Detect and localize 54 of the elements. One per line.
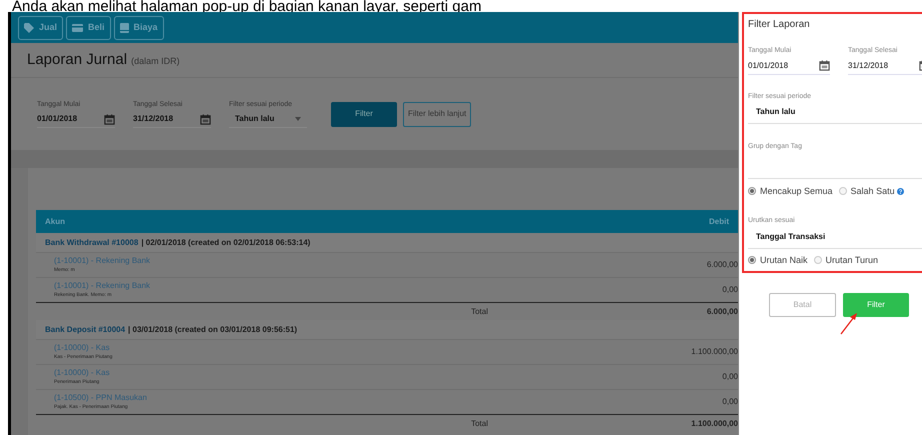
radio-button[interactable]	[838, 187, 847, 196]
calendar-icon[interactable]	[104, 114, 115, 125]
radio-button[interactable]	[748, 187, 756, 196]
period-dropdown[interactable]: Tahun lalu	[229, 113, 307, 126]
account-link[interactable]: (1-10001) - Rekening Bank	[54, 256, 150, 266]
radio-label: Salah Satu	[850, 184, 895, 198]
report-subtitle: (dalam IDR)	[131, 54, 180, 68]
advanced-filter-button[interactable]: Filter lebih lanjut	[403, 102, 472, 126]
panel-title: Filter Laporan	[748, 18, 811, 32]
date-field[interactable]: 01/01/2018	[37, 113, 78, 126]
transaction-details: | 03/01/2018 (created on 03/01/2018 09:56:51)	[128, 324, 298, 336]
account-link[interactable]: (1-10001) - Rekening Bank	[54, 281, 150, 291]
cancel-button[interactable]: Batal	[769, 293, 836, 317]
toolbar-button[interactable]: Beli	[66, 16, 111, 40]
help-icon[interactable]	[896, 188, 904, 195]
total-cell-text: 6.000,00	[706, 306, 738, 318]
radio-label: Urutan Turun	[826, 254, 878, 266]
total-label: Total	[471, 306, 488, 318]
debit-cell-text: 1.100.000,00	[690, 346, 738, 358]
tag-icon	[24, 22, 34, 32]
card-icon	[72, 24, 84, 32]
caret-icon	[295, 117, 301, 122]
debit-cell-text: 6.000,00	[706, 259, 738, 271]
transaction-link[interactable]: Bank Deposit #10004	[45, 324, 126, 336]
radio-label: Mencakup Semua	[760, 184, 833, 198]
debit-cell-text: 0,00	[721, 284, 738, 296]
radio-button[interactable]	[814, 256, 822, 264]
debit-cell-text: 0,00	[721, 396, 738, 408]
date-field[interactable]: 31/12/2018	[848, 60, 888, 72]
calendar-icon[interactable]	[200, 114, 211, 125]
radio-button[interactable]	[748, 256, 756, 264]
toolbar-button[interactable]: Jual	[18, 16, 64, 40]
toolbar-button[interactable]: Biaya	[114, 16, 164, 40]
transaction-details: | 02/01/2018 (created on 02/01/2018 06:53:14)	[141, 236, 310, 248]
date-field[interactable]: 31/12/2018	[133, 113, 174, 126]
transaction-link[interactable]: Bank Withdrawal #10008	[45, 236, 138, 248]
column-header: Debit	[709, 216, 729, 228]
radio-label: Urutan Naik	[760, 254, 808, 266]
column-header: Akun	[45, 216, 65, 228]
account-link[interactable]: (1-10000) - Kas	[54, 368, 110, 378]
submit-button[interactable]: Filter	[843, 293, 909, 317]
filter-button[interactable]: Filter	[331, 102, 397, 126]
total-label: Total	[471, 418, 488, 430]
sort-dropdown[interactable]: Tanggal Transaksi	[748, 226, 922, 248]
debit-cell-text: 0,00	[721, 371, 738, 383]
date-field[interactable]: 01/01/2018	[748, 60, 788, 72]
period-dropdown[interactable]: Tahun lalu	[748, 102, 922, 124]
calendar-icon[interactable]	[819, 60, 830, 71]
book-icon	[120, 22, 129, 32]
account-link[interactable]: (1-10000) - Kas	[54, 343, 112, 353]
pointer-arrow	[839, 311, 859, 335]
report-title: Laporan Jurnal	[27, 50, 128, 70]
total-cell-text: 1.100.000,00	[690, 418, 738, 430]
account-link[interactable]: (1-10500) - PPN Masukan	[54, 393, 147, 403]
